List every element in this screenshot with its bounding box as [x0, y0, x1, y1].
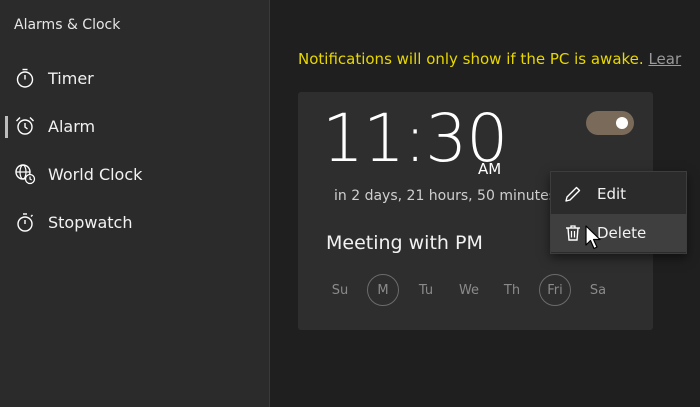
world-clock-icon: [15, 164, 36, 185]
timer-icon: [16, 68, 34, 88]
delete-label: Delete: [597, 224, 647, 242]
context-menu: Edit Delete: [550, 171, 687, 254]
time-remaining: in 2 days, 21 hours, 50 minutes: [326, 188, 556, 204]
sidebar-item-label: World Clock: [48, 164, 143, 184]
day-sunday: Su: [331, 282, 349, 298]
sidebar: Alarms & Clock Timer Alarm World Clock S…: [0, 0, 270, 407]
day-saturday: Sa: [589, 282, 607, 298]
learn-more-link[interactable]: Lear: [648, 50, 681, 68]
sidebar-item-stopwatch[interactable]: Stopwatch: [0, 200, 269, 244]
mouse-cursor-icon: [585, 225, 601, 250]
edit-label: Edit: [597, 185, 627, 203]
notification-notice: Notifications will only show if the PC i…: [298, 50, 681, 68]
notice-text: Notifications will only show if the PC i…: [298, 50, 644, 68]
pencil-icon: [565, 186, 581, 202]
trash-icon: [566, 225, 580, 241]
delete-menu-item[interactable]: Delete: [551, 214, 686, 252]
sidebar-item-alarm[interactable]: Alarm: [0, 104, 269, 148]
alarm-name: Meeting with PM: [326, 232, 483, 254]
day-monday: M: [367, 274, 399, 306]
day-thursday: Th: [503, 282, 521, 298]
day-friday: Fri: [539, 274, 571, 306]
day-tuesday: Tu: [418, 282, 434, 298]
sidebar-item-timer[interactable]: Timer: [0, 56, 269, 100]
alarm-ampm: AM: [478, 160, 502, 178]
alarm-icon: [16, 117, 34, 135]
sidebar-item-world-clock[interactable]: World Clock: [0, 152, 269, 196]
sidebar-item-label: Timer: [48, 68, 94, 88]
app-title: Alarms & Clock: [14, 17, 121, 33]
sidebar-item-label: Stopwatch: [48, 212, 133, 232]
sidebar-item-label: Alarm: [48, 116, 96, 136]
toggle-knob: [616, 117, 628, 129]
alarm-toggle[interactable]: [586, 111, 634, 135]
day-wednesday: We: [458, 282, 480, 298]
repeat-days: Su M Tu We Th Fri Sa: [324, 274, 624, 306]
stopwatch-icon: [17, 213, 33, 232]
time-remaining-text: in 2 days, 21 hours, 50 minutes: [334, 188, 556, 204]
edit-menu-item[interactable]: Edit: [551, 175, 686, 213]
